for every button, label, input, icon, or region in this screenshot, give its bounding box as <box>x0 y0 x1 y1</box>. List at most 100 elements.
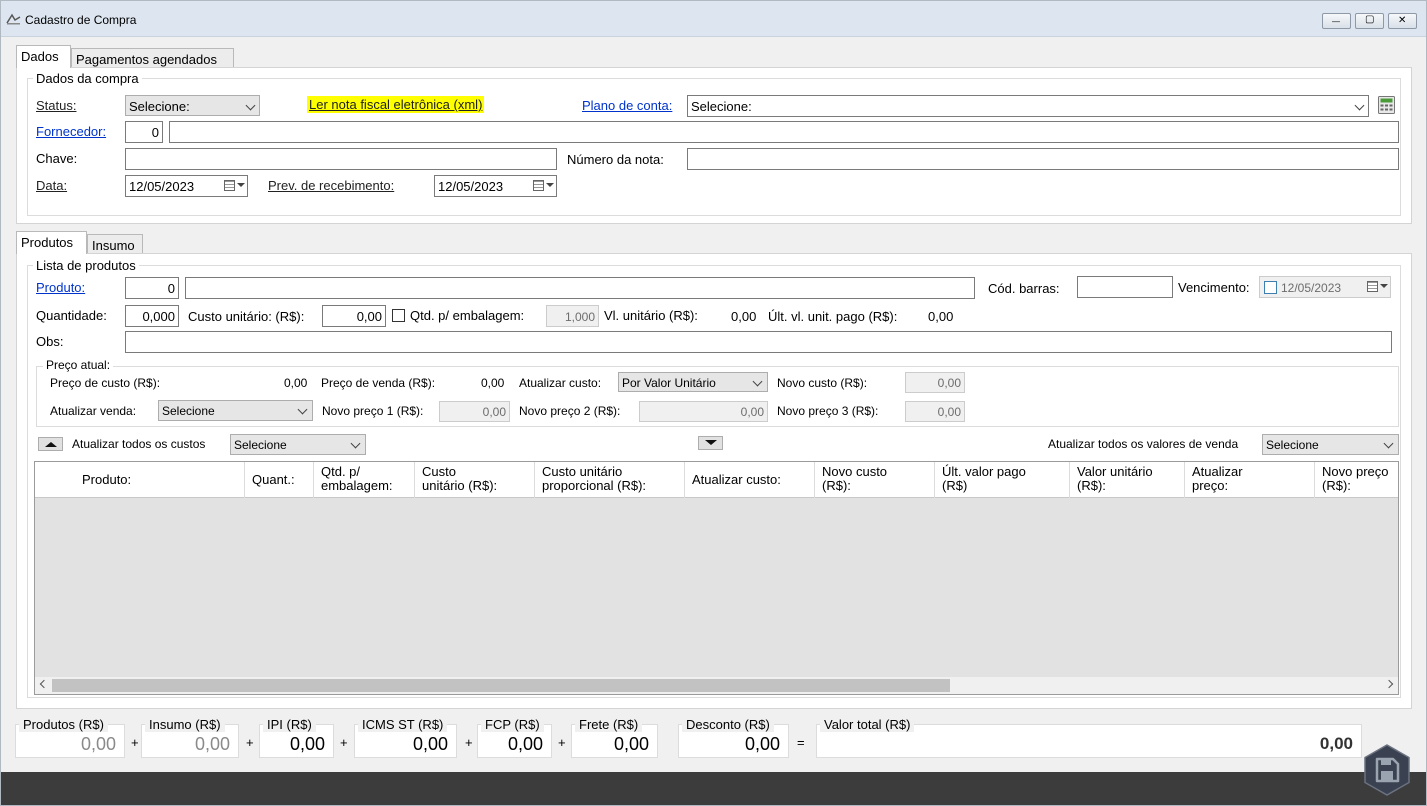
atualizar-venda-label: Atualizar venda: <box>50 404 137 418</box>
vl-unitario-value: 0,00 <box>731 309 757 324</box>
total-produtos-label: Produtos (R$) <box>19 717 108 732</box>
col-atualizar-preco-l1: Atualizar <box>1192 464 1243 479</box>
chevron-down-icon <box>245 100 256 111</box>
tab-dados-label: Dados <box>21 49 59 64</box>
novo-preco2-input[interactable]: 0,00 <box>639 401 768 422</box>
produto-name-input[interactable] <box>185 277 975 299</box>
qtd-embalagem-checkbox[interactable] <box>392 309 405 322</box>
tab-dados[interactable]: Dados <box>16 45 71 68</box>
close-button[interactable]: ✕ <box>1388 13 1417 29</box>
horizontal-scrollbar[interactable] <box>35 677 1398 694</box>
triangle-down-icon <box>705 440 717 445</box>
plano-conta-link[interactable]: Plano de conta: <box>582 98 672 113</box>
valor-total-value: 0,00 <box>1319 734 1353 753</box>
total-desconto-label: Desconto (R$) <box>682 717 774 732</box>
col-novo-custo-l1: Novo custo <box>822 464 888 479</box>
prev-recebimento-date-input[interactable]: 12/05/2023 <box>434 175 557 197</box>
prev-recebimento-value: 12/05/2023 <box>438 179 504 194</box>
total-insumo-label: Insumo (R$) <box>145 717 225 732</box>
quantidade-input[interactable]: 0,000 <box>125 305 179 327</box>
col-novo-preco-l1: Novo preço <box>1322 464 1389 479</box>
col-custo-proporcional[interactable]: Custo unitário proporcional (R$): <box>535 462 685 498</box>
quantidade-label: Quantidade: <box>36 308 107 323</box>
status-select[interactable]: Selecione: <box>125 95 260 116</box>
col-atualizar-preco-l2: preço: <box>1192 478 1229 493</box>
col-quant-label: Quant.: <box>252 472 295 487</box>
app-logo-icon <box>6 13 21 25</box>
fornecedor-link[interactable]: Fornecedor: <box>36 124 106 139</box>
total-produtos-value: 0,00 <box>80 734 116 754</box>
produto-link[interactable]: Produto: <box>36 280 85 295</box>
col-novo-preco-l2: (R$): <box>1322 478 1351 493</box>
novo-custo-input[interactable]: 0,00 <box>905 372 965 393</box>
total-desconto: Desconto (R$) 0,00 <box>678 717 789 758</box>
tab-insumo-label: Insumo <box>92 238 135 253</box>
numero-nota-input[interactable] <box>687 148 1399 170</box>
total-fcp-label: FCP (R$) <box>481 717 544 732</box>
plus-sign: + <box>340 735 348 750</box>
total-fcp-value: 0,00 <box>507 734 543 754</box>
calendar-dropdown-button[interactable] <box>533 179 554 193</box>
col-ult-valor[interactable]: Últ. valor pago (R$) <box>935 462 1070 498</box>
calendar-dropdown-button[interactable] <box>1367 280 1388 294</box>
col-atualizar-custo[interactable]: Atualizar custo: <box>685 462 815 498</box>
total-icms: ICMS ST (R$) 0,00 <box>354 717 457 758</box>
produtos-grid[interactable]: Produto: Quant.: Qtd. p/embalagem: Custo… <box>34 461 1399 695</box>
atualizar-custo-select[interactable]: Por Valor Unitário <box>618 372 768 392</box>
col-quant[interactable]: Quant.: <box>245 462 314 498</box>
novo-preco3-input[interactable]: 0,00 <box>905 401 965 422</box>
move-up-button[interactable] <box>38 437 63 451</box>
scroll-left-icon[interactable] <box>39 679 49 689</box>
minimize-button[interactable]: — <box>1322 13 1351 29</box>
col-novo-custo[interactable]: Novo custo (R$): <box>815 462 935 498</box>
data-date-input[interactable]: 12/05/2023 <box>125 175 248 197</box>
vencimento-date-input[interactable]: 12/05/2023 <box>1259 276 1391 298</box>
calendar-icon <box>224 180 235 191</box>
fornecedor-code-input[interactable]: 0 <box>125 121 163 143</box>
save-button[interactable] <box>1363 744 1411 796</box>
atualizar-valores-select[interactable]: Selecione <box>1262 434 1399 455</box>
custo-unitario-input[interactable]: 0,00 <box>322 305 386 327</box>
cod-barras-input[interactable] <box>1077 276 1173 298</box>
chave-label: Chave: <box>36 151 78 166</box>
vl-unitario-label: Vl. unitário (R$): <box>604 308 698 323</box>
fornecedor-name-input[interactable] <box>169 121 1399 143</box>
cadastro-compra-window: Cadastro de Compra — ▢ ✕ Dados Pagamento… <box>0 0 1427 806</box>
maximize-button[interactable]: ▢ <box>1355 13 1384 29</box>
tab-pagamentos-agendados[interactable]: Pagamentos agendados <box>71 48 234 69</box>
novo-preco1-input[interactable]: 0,00 <box>439 401 510 422</box>
scrollbar-thumb[interactable] <box>52 679 950 692</box>
plano-conta-select[interactable]: Selecione: <box>687 95 1369 117</box>
ler-xml-link[interactable]: Ler nota fiscal eletrônica (xml) <box>307 96 485 113</box>
tab-produtos[interactable]: Produtos <box>16 231 87 254</box>
status-label: Status: <box>36 98 77 113</box>
col-qtd-embalagem-l2: embalagem: <box>321 478 393 493</box>
move-down-button[interactable] <box>698 436 723 450</box>
produto-code-input[interactable]: 0 <box>125 277 179 299</box>
tab-insumo[interactable]: Insumo <box>87 234 143 255</box>
calendar-dropdown-button[interactable] <box>224 179 245 193</box>
atualizar-venda-select[interactable]: Selecione <box>158 400 313 421</box>
qtd-embalagem-input[interactable]: 1,000 <box>546 305 599 327</box>
atualizar-custos-select[interactable]: Selecione <box>230 434 366 455</box>
col-qtd-embalagem[interactable]: Qtd. p/embalagem: <box>314 462 415 498</box>
col-valor-unitario[interactable]: Valor unitário (R$): <box>1070 462 1185 498</box>
close-icon: ✕ <box>1398 15 1407 26</box>
col-atualizar-preco[interactable]: Atualizar preço: <box>1185 462 1315 498</box>
col-novo-preco[interactable]: Novo preço (R$): <box>1315 462 1398 498</box>
obs-input[interactable] <box>125 331 1392 353</box>
col-custo-unitario-l2: unitário (R$): <box>422 478 498 493</box>
atualizar-venda-value: Selecione <box>162 404 215 418</box>
col-custo-proporcional-l1: Custo unitário <box>542 464 623 479</box>
col-produto[interactable]: Produto: <box>35 462 245 498</box>
col-custo-unitario[interactable]: Custo unitário (R$): <box>415 462 535 498</box>
calculator-icon[interactable] <box>1378 96 1395 114</box>
vencimento-checkbox[interactable] <box>1264 281 1277 294</box>
triangle-up-icon <box>45 442 57 447</box>
plus-sign: + <box>246 735 254 750</box>
chave-input[interactable] <box>125 148 557 170</box>
chevron-down-icon <box>752 376 763 387</box>
scroll-right-icon[interactable] <box>1384 679 1394 689</box>
preco-venda-label: Preço de venda (R$): <box>321 376 436 390</box>
total-frete-value: 0,00 <box>613 734 649 754</box>
